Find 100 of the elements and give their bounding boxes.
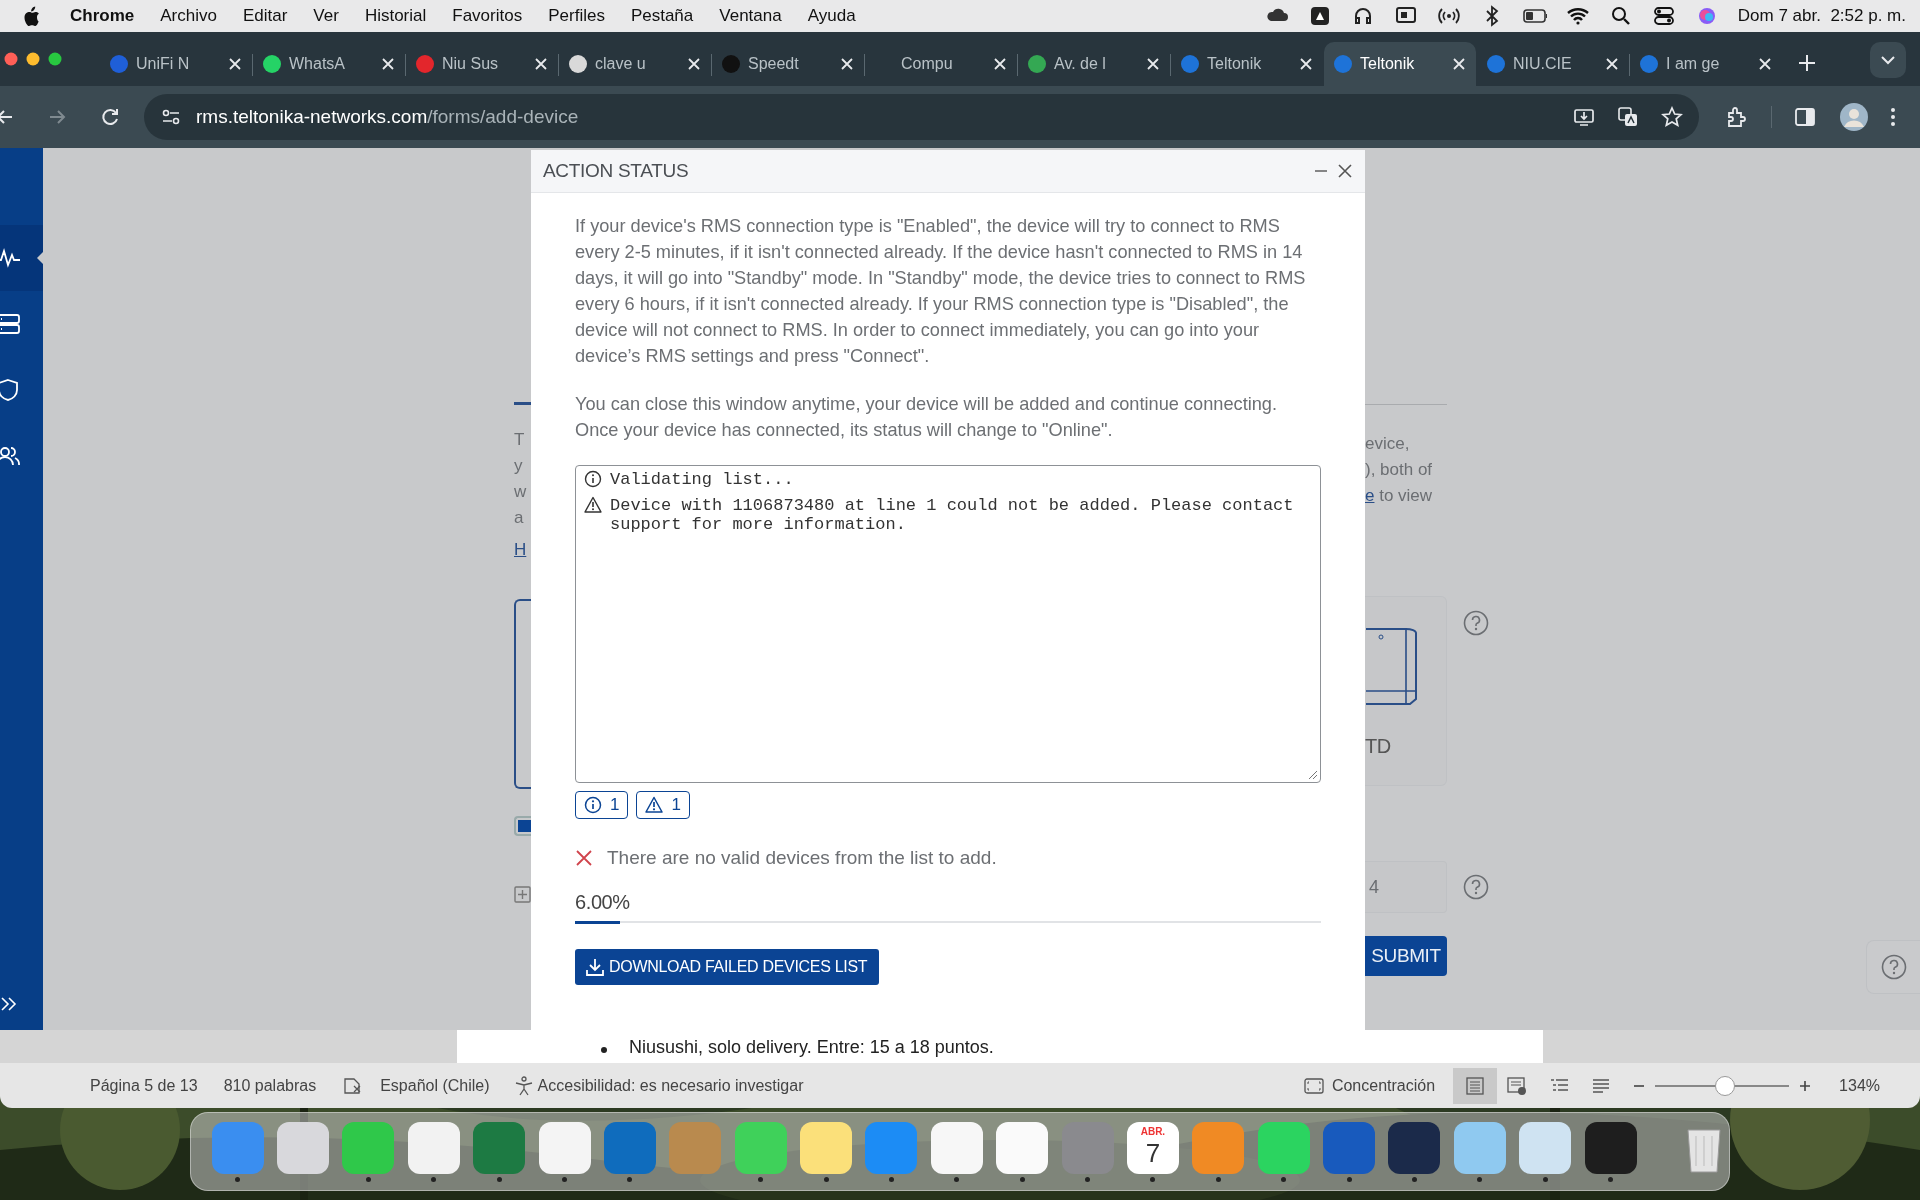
app-menu-title[interactable]: Chrome [70,3,135,29]
progress-reading: 6.00% [575,890,630,915]
text-fragment: y [514,455,524,477]
forward-icon[interactable] [48,108,66,126]
browser-tab[interactable]: Compu [865,42,1017,86]
menu-item[interactable]: Perfiles [548,3,605,29]
calendar-app-icon[interactable]: ABR. 7 [1126,1121,1179,1174]
window-control-icon[interactable] [4,52,18,66]
calendar-day: 7 [1145,1138,1161,1167]
browser-tab[interactable]: Teltonik [1171,42,1323,86]
menu-item[interactable]: Favoritos [452,3,523,29]
status-text[interactable]: Página 5 de 13 [90,1073,198,1098]
menu-item[interactable]: Ayuda [807,3,856,29]
help-link[interactable]: e [1365,486,1375,505]
app-icon[interactable] [1388,1121,1441,1174]
window-control-icon[interactable] [26,52,40,66]
install-app-icon[interactable] [1573,106,1595,128]
active-pointer [37,251,44,265]
back-icon[interactable] [0,108,14,126]
tab-search-dropdown-icon[interactable] [1870,42,1906,78]
help-link[interactable]: H [514,537,527,563]
expand-plus-icon[interactable] [514,886,531,903]
browser-tab[interactable]: Teltonik [1324,42,1476,86]
download-icon [585,957,605,977]
device-card[interactable]: TD [1365,596,1447,786]
new-tab-icon[interactable] [1798,54,1816,72]
tab-title: Av. de l [1054,54,1107,74]
browser-tab[interactable]: Speedt [712,42,864,86]
browser-tab[interactable]: WhatsA [253,42,405,86]
browser-tab[interactable]: Av. de l [1018,42,1170,86]
users-icon [0,444,20,468]
zoom-percentage[interactable]: 134% [1839,1073,1880,1098]
side-panel-icon[interactable] [1794,106,1816,128]
focus-icon[interactable] [1303,1077,1324,1094]
tab-title: Teltonik [1360,54,1416,74]
menu-icon[interactable] [1890,106,1896,128]
error-x-icon [575,849,593,867]
text-fragment: w [514,481,528,503]
app-icon[interactable] [930,1121,983,1174]
browser-tab[interactable]: I am ge [1630,42,1782,86]
app-icon[interactable] [407,1121,460,1174]
menubar-clock[interactable]: Dom 7 abr. 2:52 p. m. [1737,3,1906,29]
zoom-slider-thumb[interactable] [1714,1075,1735,1096]
server-icon [0,312,20,336]
control-center-icon[interactable] [1651,4,1676,28]
zoom-in-icon[interactable] [1799,1079,1812,1092]
apple-logo-icon [22,5,40,27]
log-field[interactable]: Validating list... Device with 1106873480 at line 1 could not be added. Please contact support for more information. [575,465,1321,783]
filter-counter[interactable]: 1 [636,791,690,819]
url-text[interactable]: rms.teltonika-networks.com/forms/add-device [196,102,579,132]
profile-avatar[interactable] [1840,103,1868,131]
window-control-icon[interactable] [48,52,62,66]
log-line: Device with 1106873480 at line 1 could not be added. Please contact support for more information. [610,496,1295,534]
app-icon[interactable] [277,1121,330,1174]
reload-icon[interactable] [100,107,120,127]
browser-tab[interactable]: clave u [559,42,711,86]
tab-title: I am ge [1666,54,1721,74]
web-layout-icon[interactable] [1507,1076,1528,1095]
app-icon[interactable] [1584,1121,1637,1174]
app-icon[interactable] [996,1121,1049,1174]
browser-tab[interactable]: Niu Sus [406,42,558,86]
status-text[interactable]: Accesibilidad: es necesario investigar [537,1073,804,1098]
menu-item[interactable]: Historial [364,3,427,29]
accessibility-icon[interactable] [513,1075,534,1096]
close-icon[interactable] [1337,163,1353,179]
extensions-icon[interactable] [1725,105,1749,129]
print-layout-view-button[interactable] [1453,1067,1498,1104]
sidebar-item[interactable] [0,225,43,291]
tab-underline [514,402,531,405]
tab-title: Compu [901,54,954,74]
menu-item[interactable]: Archivo [160,3,217,29]
translate-icon[interactable] [1617,106,1639,128]
browser-tab[interactable]: NIU.CIE [1477,42,1629,86]
menu-item[interactable]: Pestaña [630,3,694,29]
browser-tab[interactable]: UniFi N [100,42,252,86]
submit-button[interactable]: SUBMIT [1365,936,1447,976]
draft-icon[interactable] [1591,1076,1612,1095]
filter-counter[interactable]: 1 [575,791,629,819]
status-text[interactable]: Concentración [1331,1073,1436,1098]
download-button[interactable]: DOWNLOAD FAILED DEVICES LIST [575,949,880,985]
app-icon[interactable] [1519,1121,1572,1174]
resize-grip-icon[interactable] [1308,770,1318,780]
help-button[interactable] [1866,940,1920,994]
text-fragment: T [514,429,526,451]
help-icon[interactable] [1463,874,1489,900]
bullet [601,1046,607,1053]
bookmark-star-icon[interactable] [1661,106,1683,128]
menu-item[interactable]: Editar [242,3,288,29]
expand-icon[interactable] [0,996,18,1012]
tab-title: WhatsA [289,54,346,74]
menu-item[interactable]: Ventana [719,3,782,29]
address-bar[interactable]: rms.teltonika-networks.com/forms/add-device [144,94,1699,140]
calendar-month: ABR. [1140,1124,1166,1139]
menu-item[interactable]: Ver [313,3,339,29]
app-icon[interactable] [800,1121,853,1174]
status-text[interactable]: 810 palabras [223,1073,317,1098]
app-icon[interactable] [538,1121,591,1174]
text-fragment: to view [1378,486,1433,505]
help-icon[interactable] [1463,610,1489,636]
status-text[interactable]: Español (Chile) [380,1073,490,1098]
